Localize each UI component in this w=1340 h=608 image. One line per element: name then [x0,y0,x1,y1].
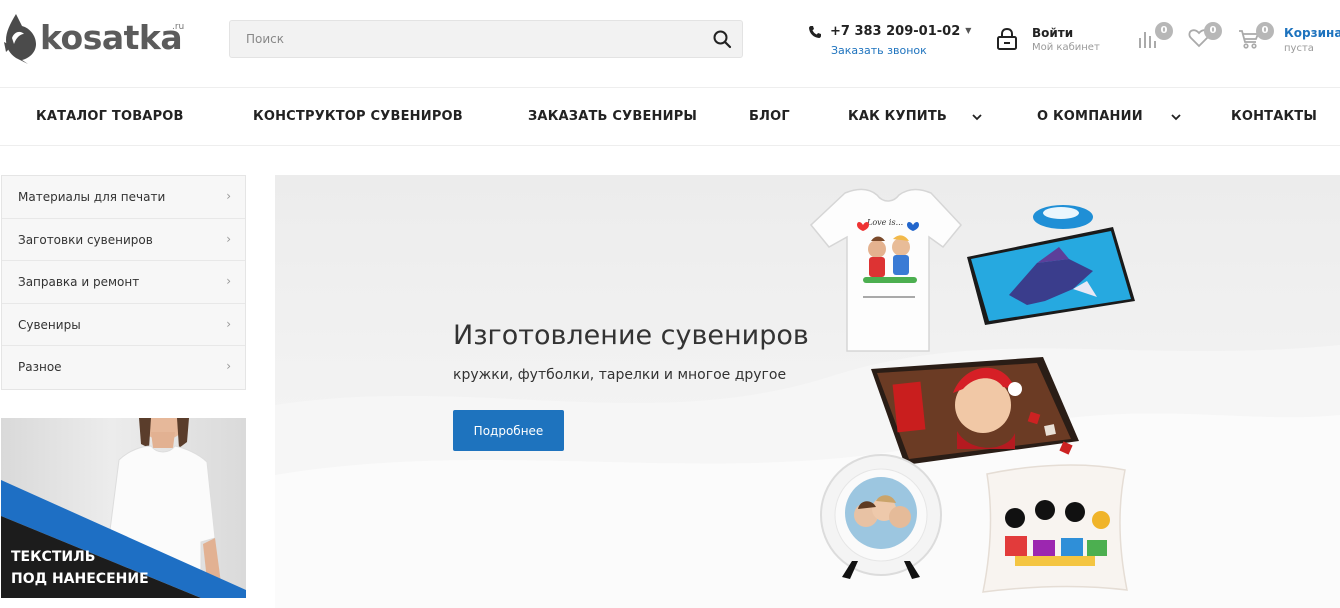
sidebar-item-misc[interactable]: Разное › [2,346,245,389]
chevron-right-icon: › [226,189,231,203]
promo-line-1: ТЕКСТИЛЬ [11,549,96,565]
site-logo[interactable]: kosatka .ru [2,12,192,66]
favorites-button[interactable]: 0 [1188,22,1228,52]
plate-product-image [820,454,942,579]
promo-line-2: ПОД НАНЕСЕНИЕ [11,571,149,587]
banner-title: Изготовление сувениров [453,320,809,351]
search-icon [713,30,732,49]
chevron-down-icon[interactable] [971,111,983,123]
login-title: Войти [1032,26,1074,40]
cart-label[interactable]: Корзина [1284,26,1340,40]
login-link[interactable]: Войти Мой кабинет [996,24,1116,58]
phone-icon [809,26,821,38]
phone-number: +7 383 209-01-02 [830,24,961,39]
nav-item-constructor[interactable]: КОНСТРУКТОР СУВЕНИРОВ [253,109,463,124]
compare-button[interactable]: 0 [1137,22,1177,52]
sidebar-item-refill-repair[interactable]: Заправка и ремонт › [2,261,245,304]
chevron-right-icon: › [226,231,231,246]
sidebar-item-print-materials[interactable]: Материалы для печати › [2,176,245,219]
search-box [229,20,743,58]
mousepad-product-image [967,205,1135,325]
logo-suffix: .ru [172,22,185,32]
textile-promo-banner[interactable]: ТЕКСТИЛЬ ПОД НАНЕСЕНИЕ [1,418,246,598]
sidebar-item-label: Материалы для печати [18,190,166,204]
search-button[interactable] [712,29,732,49]
page: kosatka .ru +7 383 209-01-02 ▼ Заказать з… [0,0,1340,608]
tshirt-product-image: Love is... [809,188,962,352]
chevron-down-icon[interactable] [1170,111,1182,123]
cart-button[interactable]: 0 [1238,22,1278,52]
promo-caption: ТЕКСТИЛЬ ПОД НАНЕСЕНИЕ [11,546,149,590]
search-input[interactable] [230,21,700,57]
more-button[interactable]: Подробнее [453,410,564,451]
tshirt-caption: Love is... [866,218,903,227]
nav-item-how-to-buy[interactable]: КАК КУПИТЬ [848,109,947,124]
cart-status: пуста [1284,43,1314,54]
site-header: kosatka .ru +7 383 209-01-02 ▼ Заказать з… [0,0,1340,88]
nav-item-order[interactable]: ЗАКАЗАТЬ СУВЕНИРЫ [528,109,697,124]
sidebar-item-blanks[interactable]: Заготовки сувениров › [2,219,245,262]
nav-item-company[interactable]: О КОМПАНИИ [1037,109,1143,124]
nav-item-blog[interactable]: БЛОГ [749,109,790,124]
main-nav: КАТАЛОГ ТОВАРОВ КОНСТРУКТОР СУВЕНИРОВ ЗА… [0,89,1340,146]
sidebar-item-label: Разное [18,360,62,375]
pillow-product-image [982,464,1128,593]
catalog-sidebar: Материалы для печати › Заготовки сувенир… [1,175,246,390]
login-subtitle: Мой кабинет [1032,42,1100,53]
phone-dropdown[interactable]: +7 383 209-01-02 ▼ [808,24,972,39]
chevron-right-icon: › [226,359,231,374]
lock-icon [997,27,1017,50]
phone-block: +7 383 209-01-02 ▼ Заказать звонок [808,24,972,57]
sidebar-item-label: Заправка и ремонт [18,275,140,290]
hero-banner: Изготовление сувениров кружки, футболки,… [275,175,1340,608]
chevron-right-icon: › [226,274,231,289]
sidebar-item-label: Заготовки сувениров [18,232,153,247]
cart-count-badge: 0 [1256,22,1274,40]
nav-item-contacts[interactable]: КОНТАКТЫ [1231,109,1317,124]
chevron-right-icon: › [226,316,231,331]
compare-icon [1139,32,1156,48]
sidebar-item-souvenirs[interactable]: Сувениры › [2,304,245,347]
logo-text: kosatka [40,18,183,57]
banner-subtitle: кружки, футболки, тарелки и многое друго… [453,367,787,383]
sidebar-item-label: Сувениры [18,317,81,332]
nav-item-catalog[interactable]: КАТАЛОГ ТОВАРОВ [36,109,184,124]
favorites-count-badge: 0 [1204,22,1222,40]
orca-logo-icon [4,14,36,64]
compare-count-badge: 0 [1155,22,1173,40]
callback-link[interactable]: Заказать звонок [831,44,968,57]
chevron-down-icon: ▼ [965,26,972,35]
